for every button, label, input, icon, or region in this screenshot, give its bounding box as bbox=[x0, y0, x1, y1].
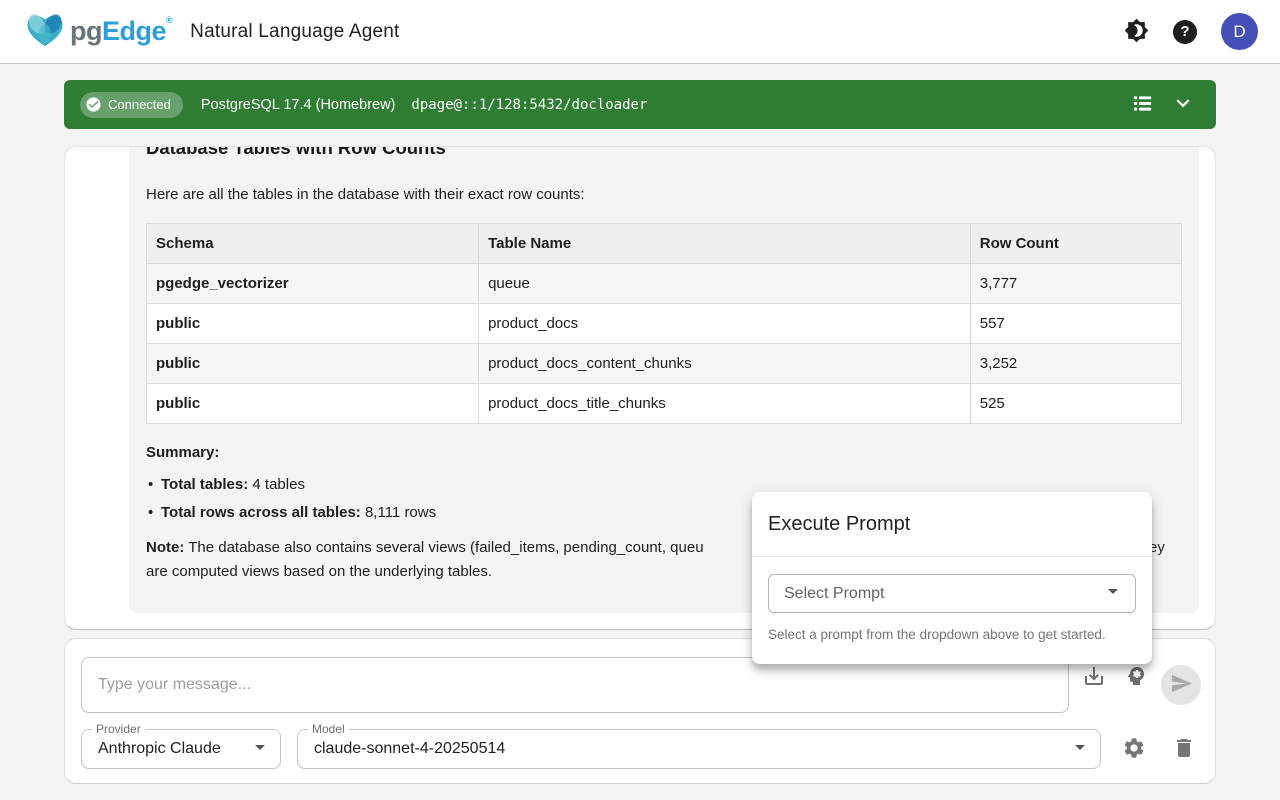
chevron-down-icon bbox=[1170, 90, 1196, 119]
theme-toggle-button[interactable] bbox=[1124, 18, 1149, 46]
page-title: Natural Language Agent bbox=[190, 21, 399, 43]
brand-wordmark: pgEdge® bbox=[70, 18, 172, 45]
message-heading: Database Tables with Row Counts bbox=[146, 146, 1182, 159]
check-circle-icon bbox=[85, 96, 102, 113]
pgedge-heart-icon bbox=[22, 7, 68, 56]
column-header-row-count: Row Count bbox=[970, 224, 1181, 264]
connection-status-label: Connected bbox=[108, 97, 171, 112]
help-button[interactable]: ? bbox=[1173, 20, 1197, 44]
message-intro: Here are all the tables in the database … bbox=[146, 185, 1182, 205]
prompt-select[interactable]: Select Prompt bbox=[768, 574, 1136, 613]
gear-icon bbox=[1122, 736, 1146, 763]
db-tables-table: Schema Table Name Row Count pgedge_vecto… bbox=[146, 223, 1182, 424]
provider-select-value: Anthropic Claude bbox=[98, 740, 248, 758]
connection-status-badge: Connected bbox=[80, 92, 183, 118]
table-header-row: Schema Table Name Row Count bbox=[147, 224, 1182, 264]
prompt-select-value: Select Prompt bbox=[784, 585, 1101, 603]
model-select-label: Model bbox=[308, 722, 349, 736]
download-icon bbox=[1082, 664, 1106, 691]
execute-prompt-dialog: Execute Prompt Select Prompt Select a pr… bbox=[752, 492, 1152, 664]
clear-chat-button[interactable] bbox=[1172, 737, 1196, 761]
app-header: pgEdge® Natural Language Agent ? D bbox=[0, 0, 1280, 64]
table-row: public product_docs_title_chunks 525 bbox=[147, 384, 1182, 424]
column-header-schema: Schema bbox=[147, 224, 479, 264]
table-row: public product_docs 557 bbox=[147, 304, 1182, 344]
connection-string: dpage@::1/128:5432/docloader bbox=[411, 97, 647, 113]
psychology-icon bbox=[1124, 664, 1148, 691]
server-list-icon bbox=[1131, 92, 1154, 118]
dialog-helper-text: Select a prompt from the dropdown above … bbox=[768, 627, 1136, 642]
connection-expand-button[interactable] bbox=[1170, 90, 1196, 119]
trash-icon bbox=[1172, 736, 1196, 763]
message-input[interactable] bbox=[81, 657, 1069, 713]
server-list-button[interactable] bbox=[1131, 92, 1154, 118]
pgedge-logo: pgEdge® bbox=[22, 7, 172, 56]
table-row: pgedge_vectorizer queue 3,777 bbox=[147, 264, 1182, 304]
appbar-actions: ? D bbox=[1124, 13, 1258, 50]
connection-bar: Connected PostgreSQL 17.4 (Homebrew) dpa… bbox=[64, 80, 1216, 129]
send-icon bbox=[1170, 672, 1193, 698]
send-button[interactable] bbox=[1161, 665, 1201, 705]
provider-select-label: Provider bbox=[92, 722, 145, 736]
provider-select[interactable]: Provider Anthropic Claude bbox=[81, 729, 281, 769]
connection-bar-actions bbox=[1131, 90, 1196, 119]
arrow-dropdown-icon bbox=[248, 735, 272, 764]
column-header-table-name: Table Name bbox=[479, 224, 971, 264]
settings-button[interactable] bbox=[1122, 737, 1146, 761]
server-version-label: PostgreSQL 17.4 (Homebrew) bbox=[201, 97, 396, 113]
table-row: public product_docs_content_chunks 3,252 bbox=[147, 344, 1182, 384]
model-select[interactable]: Model claude-sonnet-4-20250514 bbox=[297, 729, 1101, 769]
model-select-value: claude-sonnet-4-20250514 bbox=[314, 740, 1068, 758]
dialog-title: Execute Prompt bbox=[752, 492, 1152, 556]
download-chat-button[interactable] bbox=[1082, 665, 1106, 689]
help-icon: ? bbox=[1173, 20, 1197, 44]
thinking-mode-button[interactable] bbox=[1124, 665, 1148, 689]
arrow-dropdown-icon bbox=[1068, 735, 1092, 764]
user-avatar[interactable]: D bbox=[1221, 13, 1258, 50]
dark-mode-icon bbox=[1124, 18, 1149, 46]
dialog-divider bbox=[752, 556, 1152, 557]
page: pgEdge® Natural Language Agent ? D Conne… bbox=[0, 0, 1280, 800]
summary-heading: Summary: bbox=[146, 443, 1182, 463]
arrow-dropdown-icon bbox=[1101, 579, 1125, 608]
